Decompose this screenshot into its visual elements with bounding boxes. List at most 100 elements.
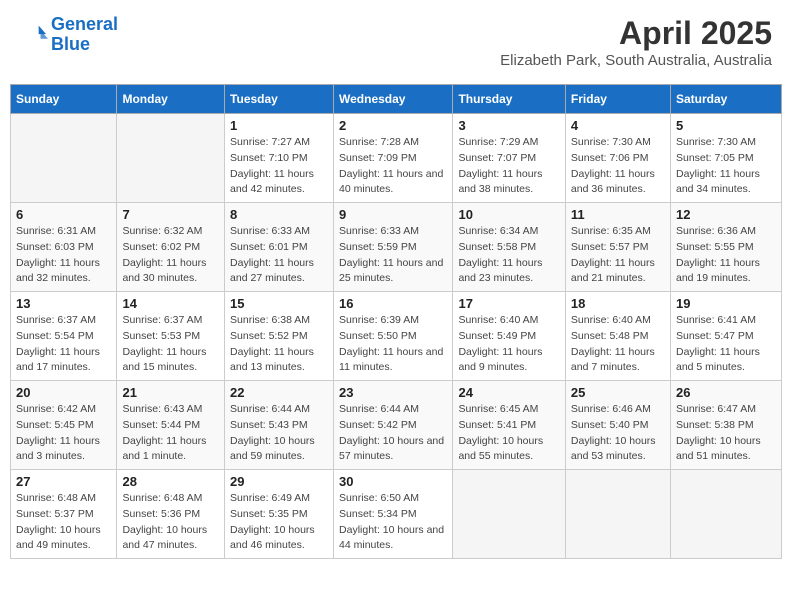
day-cell: 4 Sunrise: 7:30 AM Sunset: 7:06 PM Daylig… bbox=[565, 114, 670, 203]
day-number: 8 bbox=[230, 207, 328, 222]
day-info: Sunrise: 7:30 AM Sunset: 7:05 PM Dayligh… bbox=[676, 135, 776, 198]
day-info: Sunrise: 6:38 AM Sunset: 5:52 PM Dayligh… bbox=[230, 313, 328, 376]
day-cell bbox=[11, 114, 117, 203]
logo-line2: Blue bbox=[51, 34, 90, 54]
day-number: 10 bbox=[458, 207, 559, 222]
day-cell: 18Sunrise: 6:40 AM Sunset: 5:48 PM Dayli… bbox=[565, 292, 670, 381]
day-info: Sunrise: 6:40 AM Sunset: 5:49 PM Dayligh… bbox=[458, 313, 559, 376]
day-cell: 17 Sunrise: 6:40 AM Sunset: 5:49 PM Dayli… bbox=[453, 292, 565, 381]
day-number: 12 bbox=[676, 207, 776, 222]
day-cell: 30 Sunrise: 6:50 AM Sunset: 5:34 PM Dayli… bbox=[334, 470, 453, 559]
day-header-friday: Friday bbox=[565, 85, 670, 114]
calendar-subtitle: Elizabeth Park, South Australia, Austral… bbox=[500, 52, 772, 69]
day-number: 29 bbox=[230, 474, 328, 489]
day-info: Sunrise: 6:33 AM Sunset: 6:01 PM Dayligh… bbox=[230, 224, 328, 287]
day-info: Sunrise: 6:36 AM Sunset: 5:55 PM Dayligh… bbox=[676, 224, 776, 287]
day-number: 20 bbox=[16, 385, 111, 400]
day-cell: 26Sunrise: 6:47 AM Sunset: 5:38 PM Dayli… bbox=[670, 381, 781, 470]
day-number: 9 bbox=[339, 207, 447, 222]
day-info: Sunrise: 6:48 AM Sunset: 5:37 PM Dayligh… bbox=[16, 491, 111, 554]
day-info: Sunrise: 6:33 AM Sunset: 5:59 PM Dayligh… bbox=[339, 224, 447, 287]
page-header: General Blue April 2025 Elizabeth Park, … bbox=[10, 10, 782, 74]
day-header-saturday: Saturday bbox=[670, 85, 781, 114]
day-cell: 11 Sunrise: 6:35 AM Sunset: 5:57 PM Dayli… bbox=[565, 203, 670, 292]
day-cell: 25 Sunrise: 6:46 AM Sunset: 5:40 PM Dayli… bbox=[565, 381, 670, 470]
day-number: 3 bbox=[458, 118, 559, 133]
day-number: 5 bbox=[676, 118, 776, 133]
logo: General Blue bbox=[20, 15, 118, 55]
day-header-row: SundayMondayTuesdayWednesdayThursdayFrid… bbox=[11, 85, 782, 114]
day-cell bbox=[117, 114, 225, 203]
day-cell: 14 Sunrise: 6:37 AM Sunset: 5:53 PM Dayli… bbox=[117, 292, 225, 381]
day-cell: 15Sunrise: 6:38 AM Sunset: 5:52 PM Dayli… bbox=[225, 292, 334, 381]
calendar-title: April 2025 bbox=[500, 15, 772, 52]
day-cell: 8 Sunrise: 6:33 AM Sunset: 6:01 PM Daylig… bbox=[225, 203, 334, 292]
day-number: 1 bbox=[230, 118, 328, 133]
day-number: 21 bbox=[122, 385, 219, 400]
day-number: 24 bbox=[458, 385, 559, 400]
day-info: Sunrise: 6:34 AM Sunset: 5:58 PM Dayligh… bbox=[458, 224, 559, 287]
week-row-4: 20 Sunrise: 6:42 AM Sunset: 5:45 PM Dayli… bbox=[11, 381, 782, 470]
day-cell: 3 Sunrise: 7:29 AM Sunset: 7:07 PM Daylig… bbox=[453, 114, 565, 203]
day-number: 17 bbox=[458, 296, 559, 311]
day-cell: 5 Sunrise: 7:30 AM Sunset: 7:05 PM Daylig… bbox=[670, 114, 781, 203]
logo-text: General Blue bbox=[51, 15, 118, 55]
week-row-5: 27 Sunrise: 6:48 AM Sunset: 5:37 PM Dayli… bbox=[11, 470, 782, 559]
day-info: Sunrise: 7:27 AM Sunset: 7:10 PM Dayligh… bbox=[230, 135, 328, 198]
day-info: Sunrise: 6:37 AM Sunset: 5:53 PM Dayligh… bbox=[122, 313, 219, 376]
day-cell: 28Sunrise: 6:48 AM Sunset: 5:36 PM Dayli… bbox=[117, 470, 225, 559]
day-cell: 13 Sunrise: 6:37 AM Sunset: 5:54 PM Dayli… bbox=[11, 292, 117, 381]
day-cell: 21 Sunrise: 6:43 AM Sunset: 5:44 PM Dayli… bbox=[117, 381, 225, 470]
day-info: Sunrise: 6:43 AM Sunset: 5:44 PM Dayligh… bbox=[122, 402, 219, 465]
day-number: 27 bbox=[16, 474, 111, 489]
day-number: 4 bbox=[571, 118, 665, 133]
day-number: 7 bbox=[122, 207, 219, 222]
day-header-wednesday: Wednesday bbox=[334, 85, 453, 114]
day-number: 14 bbox=[122, 296, 219, 311]
week-row-1: 1 Sunrise: 7:27 AM Sunset: 7:10 PM Daylig… bbox=[11, 114, 782, 203]
day-number: 23 bbox=[339, 385, 447, 400]
day-cell: 2 Sunrise: 7:28 AM Sunset: 7:09 PM Daylig… bbox=[334, 114, 453, 203]
day-header-thursday: Thursday bbox=[453, 85, 565, 114]
day-cell: 1 Sunrise: 7:27 AM Sunset: 7:10 PM Daylig… bbox=[225, 114, 334, 203]
day-cell: 22Sunrise: 6:44 AM Sunset: 5:43 PM Dayli… bbox=[225, 381, 334, 470]
day-info: Sunrise: 6:46 AM Sunset: 5:40 PM Dayligh… bbox=[571, 402, 665, 465]
day-info: Sunrise: 6:45 AM Sunset: 5:41 PM Dayligh… bbox=[458, 402, 559, 465]
day-cell: 20 Sunrise: 6:42 AM Sunset: 5:45 PM Dayli… bbox=[11, 381, 117, 470]
day-info: Sunrise: 7:28 AM Sunset: 7:09 PM Dayligh… bbox=[339, 135, 447, 198]
logo-line1: General bbox=[51, 14, 118, 34]
day-info: Sunrise: 6:42 AM Sunset: 5:45 PM Dayligh… bbox=[16, 402, 111, 465]
day-info: Sunrise: 6:39 AM Sunset: 5:50 PM Dayligh… bbox=[339, 313, 447, 376]
day-cell bbox=[565, 470, 670, 559]
day-cell: 6Sunrise: 6:31 AM Sunset: 6:03 PM Daylig… bbox=[11, 203, 117, 292]
title-block: April 2025 Elizabeth Park, South Austral… bbox=[500, 15, 772, 69]
day-info: Sunrise: 6:44 AM Sunset: 5:42 PM Dayligh… bbox=[339, 402, 447, 465]
day-cell: 7 Sunrise: 6:32 AM Sunset: 6:02 PM Daylig… bbox=[117, 203, 225, 292]
day-number: 13 bbox=[16, 296, 111, 311]
day-cell: 27 Sunrise: 6:48 AM Sunset: 5:37 PM Dayli… bbox=[11, 470, 117, 559]
day-number: 30 bbox=[339, 474, 447, 489]
day-info: Sunrise: 6:48 AM Sunset: 5:36 PM Dayligh… bbox=[122, 491, 219, 554]
day-cell: 16Sunrise: 6:39 AM Sunset: 5:50 PM Dayli… bbox=[334, 292, 453, 381]
day-number: 25 bbox=[571, 385, 665, 400]
day-info: Sunrise: 6:32 AM Sunset: 6:02 PM Dayligh… bbox=[122, 224, 219, 287]
day-number: 26 bbox=[676, 385, 776, 400]
day-info: Sunrise: 7:30 AM Sunset: 7:06 PM Dayligh… bbox=[571, 135, 665, 198]
day-info: Sunrise: 7:29 AM Sunset: 7:07 PM Dayligh… bbox=[458, 135, 559, 198]
day-number: 2 bbox=[339, 118, 447, 133]
day-number: 11 bbox=[571, 207, 665, 222]
day-info: Sunrise: 6:35 AM Sunset: 5:57 PM Dayligh… bbox=[571, 224, 665, 287]
day-number: 6 bbox=[16, 207, 111, 222]
day-cell bbox=[453, 470, 565, 559]
week-row-2: 6Sunrise: 6:31 AM Sunset: 6:03 PM Daylig… bbox=[11, 203, 782, 292]
day-number: 18 bbox=[571, 296, 665, 311]
day-info: Sunrise: 6:37 AM Sunset: 5:54 PM Dayligh… bbox=[16, 313, 111, 376]
day-info: Sunrise: 6:49 AM Sunset: 5:35 PM Dayligh… bbox=[230, 491, 328, 554]
week-row-3: 13 Sunrise: 6:37 AM Sunset: 5:54 PM Dayli… bbox=[11, 292, 782, 381]
day-header-sunday: Sunday bbox=[11, 85, 117, 114]
calendar-table: SundayMondayTuesdayWednesdayThursdayFrid… bbox=[10, 84, 782, 559]
day-cell: 23 Sunrise: 6:44 AM Sunset: 5:42 PM Dayli… bbox=[334, 381, 453, 470]
day-cell: 9 Sunrise: 6:33 AM Sunset: 5:59 PM Daylig… bbox=[334, 203, 453, 292]
day-info: Sunrise: 6:50 AM Sunset: 5:34 PM Dayligh… bbox=[339, 491, 447, 554]
day-info: Sunrise: 6:41 AM Sunset: 5:47 PM Dayligh… bbox=[676, 313, 776, 376]
